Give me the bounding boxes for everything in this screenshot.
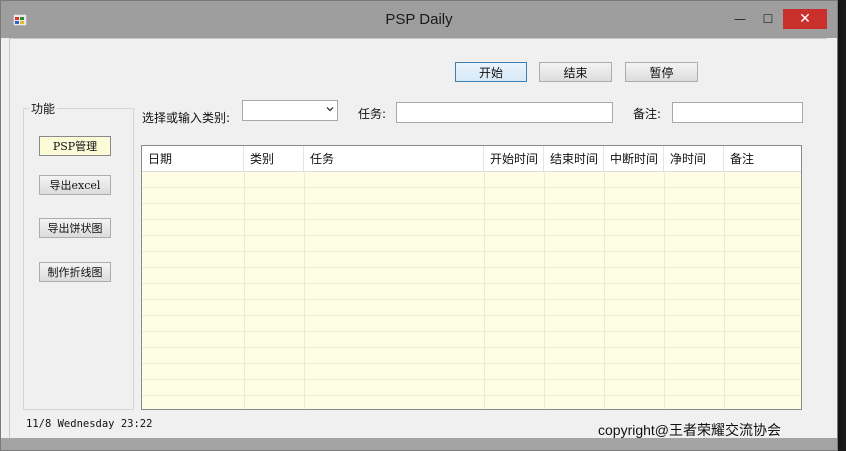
close-icon: ✕ bbox=[799, 11, 811, 27]
grid-column-divider bbox=[304, 171, 305, 409]
grid-row-divider bbox=[142, 219, 801, 220]
pause-button[interactable]: 暂停 bbox=[625, 62, 698, 82]
column-header-net-time[interactable]: 净时间 bbox=[664, 146, 724, 171]
copyright-text: copyright@王者荣耀交流协会 bbox=[598, 422, 782, 438]
app-window: PSP Daily — ☐ ✕ 开始 结束 暂停 功能 PSP管理 导出exce… bbox=[0, 0, 838, 451]
export-pie-chart-button[interactable]: 导出饼状图 bbox=[39, 218, 111, 238]
function-group-title: 功能 bbox=[29, 100, 58, 117]
grid-row-divider bbox=[142, 315, 801, 316]
column-header-date[interactable]: 日期 bbox=[142, 146, 244, 171]
column-header-start-time[interactable]: 开始时间 bbox=[484, 146, 544, 171]
grid-row-divider bbox=[142, 363, 801, 364]
grid-column-divider bbox=[244, 171, 245, 409]
grid-column-divider bbox=[724, 171, 725, 409]
task-input[interactable] bbox=[396, 102, 613, 123]
status-datetime: 11/8 Wednesday 23:22 bbox=[26, 418, 153, 430]
grid-row-divider bbox=[142, 379, 801, 380]
grid-column-divider bbox=[544, 171, 545, 409]
stop-button[interactable]: 结束 bbox=[539, 62, 612, 82]
records-grid[interactable]: 日期 类别 任务 开始时间 结束时间 中断时间 净时间 备注 bbox=[141, 145, 802, 410]
note-label: 备注: bbox=[633, 107, 662, 121]
grid-row-divider bbox=[142, 299, 801, 300]
column-header-task[interactable]: 任务 bbox=[304, 146, 484, 171]
grid-row-divider bbox=[142, 283, 801, 284]
close-button[interactable]: ✕ bbox=[783, 9, 827, 29]
grid-row-divider bbox=[142, 267, 801, 268]
task-label: 任务: bbox=[358, 107, 387, 121]
grid-column-divider bbox=[484, 171, 485, 409]
title-bar[interactable]: PSP Daily — ☐ ✕ bbox=[1, 1, 837, 38]
grid-row-divider bbox=[142, 187, 801, 188]
grid-row-divider bbox=[142, 235, 801, 236]
grid-header: 日期 类别 任务 开始时间 结束时间 中断时间 净时间 备注 bbox=[142, 146, 801, 172]
minimize-button[interactable]: — bbox=[727, 9, 753, 29]
category-select[interactable] bbox=[242, 100, 338, 121]
category-label: 选择或输入类别: bbox=[142, 111, 231, 125]
column-header-interrupt-time[interactable]: 中断时间 bbox=[604, 146, 664, 171]
grid-row-divider bbox=[142, 203, 801, 204]
column-header-end-time[interactable]: 结束时间 bbox=[544, 146, 604, 171]
maximize-icon: ☐ bbox=[762, 12, 774, 26]
column-header-category[interactable]: 类别 bbox=[244, 146, 304, 171]
grid-row-divider bbox=[142, 331, 801, 332]
psp-manage-button[interactable]: PSP管理 bbox=[39, 136, 111, 156]
window-bottom-edge bbox=[1, 438, 837, 450]
window-title: PSP Daily bbox=[385, 11, 453, 28]
grid-row-divider bbox=[142, 395, 801, 396]
start-button[interactable]: 开始 bbox=[455, 62, 527, 82]
minimize-icon: — bbox=[734, 12, 746, 26]
make-line-chart-button[interactable]: 制作折线图 bbox=[39, 262, 111, 282]
maximize-button[interactable]: ☐ bbox=[755, 9, 781, 29]
chevron-down-icon bbox=[326, 107, 334, 112]
grid-column-divider bbox=[604, 171, 605, 409]
note-input[interactable] bbox=[672, 102, 803, 123]
grid-row-divider bbox=[142, 347, 801, 348]
export-excel-button[interactable]: 导出excel bbox=[39, 175, 111, 195]
grid-row-divider bbox=[142, 251, 801, 252]
column-header-notes[interactable]: 备注 bbox=[724, 146, 801, 171]
grid-column-divider bbox=[664, 171, 665, 409]
